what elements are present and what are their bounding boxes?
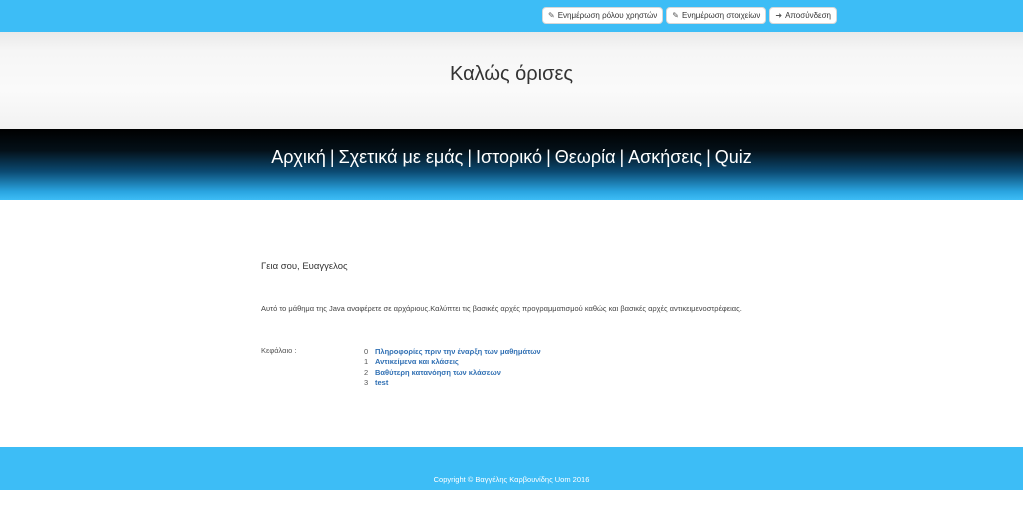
list-item: 0 Πληροφορίες πριν την έναρξη των μαθημά… — [364, 346, 541, 357]
main-nav: Αρχική | Σχετικά με εμάς | Ιστορικό | Θεωρία | Α… — [0, 129, 1023, 200]
nav-history[interactable]: Ιστορικό — [476, 147, 542, 167]
chapter-number: 1 — [364, 357, 369, 367]
nav-separator: | — [619, 147, 625, 167]
user-actions: ✎ Ενημέρωση ρόλου χρηστών ✎ Ενημέρωση στ… — [542, 7, 837, 24]
logout-icon: ➜ — [775, 10, 783, 20]
list-item: 1 Αντικείμενα και κλάσεις — [364, 357, 541, 368]
logout-button[interactable]: ➜ Αποσύνδεση — [769, 7, 837, 24]
chapter-link[interactable]: Πληροφορίες πριν την έναρξη των μαθημάτω… — [375, 347, 541, 356]
nav-separator: | — [329, 147, 335, 167]
page-title: Καλώς όρισες — [449, 63, 573, 85]
nav-quiz[interactable]: Quiz — [715, 147, 752, 167]
nav-separator: | — [546, 147, 551, 167]
list-item: 3 test — [364, 378, 541, 389]
update-user-roles-label: Ενημέρωση ρόλου χρηστών — [557, 11, 658, 20]
greeting-text: Γεια σου, Ευαγγελος — [261, 261, 348, 272]
chapter-number: 0 — [364, 346, 369, 356]
chapter-link[interactable]: Αντικείμενα και κλάσεις — [375, 357, 459, 366]
nav-exercises[interactable]: Ασκήσεις — [628, 147, 702, 167]
logout-label: Αποσύνδεση — [785, 11, 831, 20]
nav-theory[interactable]: Θεωρία — [555, 147, 616, 167]
nav-separator: | — [706, 147, 711, 167]
chapter-number: 3 — [364, 378, 369, 388]
update-details-button[interactable]: ✎ Ενημέρωση στοιχείων — [666, 7, 767, 24]
copyright-text: Copyright © Βαγγέλης Καρβουνίδης Uom 201… — [433, 475, 590, 484]
top-bar: ✎ Ενημέρωση ρόλου χρηστών ✎ Ενημέρωση στ… — [0, 0, 1023, 32]
pencil-icon: ✎ — [548, 10, 555, 20]
chapter-link[interactable]: test — [375, 378, 388, 387]
update-details-label: Ενημέρωση στοιχείων — [681, 11, 761, 20]
chapter-link[interactable]: Βαθύτερη κατανόηση των κλάσεων — [375, 368, 501, 377]
nav-home[interactable]: Αρχική — [271, 147, 326, 167]
footer: Copyright © Βαγγέλης Καρβουνίδης Uom 201… — [0, 447, 1023, 490]
chapters-label: Κεφάλαιο : — [261, 346, 297, 355]
pencil-icon: ✎ — [672, 10, 679, 20]
welcome-header: Καλώς όρισες — [0, 32, 1023, 129]
nav-about[interactable]: Σχετικά με εμάς — [339, 147, 464, 167]
list-item: 2 Βαθύτερη κατανόηση των κλάσεων — [364, 367, 541, 378]
nav-separator: | — [467, 147, 473, 167]
update-user-roles-button[interactable]: ✎ Ενημέρωση ρόλου χρηστών — [542, 7, 664, 24]
chapter-number: 2 — [364, 367, 369, 377]
course-description: Αυτό το μάθημα της Java αναφέρετε σε αρχ… — [261, 304, 742, 313]
chapters-list: 0 Πληροφορίες πριν την έναρξη των μαθημά… — [364, 346, 541, 388]
